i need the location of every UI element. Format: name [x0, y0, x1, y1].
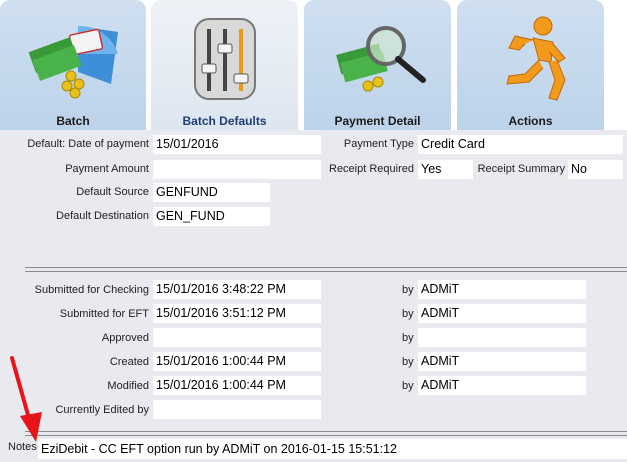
tab-batch-label: Batch [56, 114, 90, 128]
submitted-eft-by-label: by [402, 308, 414, 320]
submitted-checking-by-field[interactable]: ADMiT [418, 280, 586, 299]
submitted-checking-by-label: by [402, 284, 414, 296]
currently-edited-label: Currently Edited by [55, 404, 149, 416]
date-of-payment-label: Default: Date of payment [27, 138, 149, 150]
payment-type-label: Payment Type [343, 138, 414, 150]
currently-edited-field[interactable] [153, 400, 321, 419]
modified-label: Modified [107, 380, 149, 392]
receipt-summary-field[interactable]: No [568, 160, 623, 179]
date-of-payment-field[interactable]: 15/01/2016 [153, 135, 321, 154]
payment-amount-field[interactable] [153, 160, 321, 179]
submitted-eft-field[interactable]: 15/01/2016 3:51:12 PM [153, 304, 321, 323]
tab-bar: Batch Batch Defaults Payment Detail Acti… [0, 0, 627, 130]
modified-by-label: by [402, 380, 414, 392]
approved-by-field[interactable] [418, 328, 586, 347]
notes-field[interactable]: EziDebit - CC EFT option run by ADMiT on… [38, 439, 627, 459]
batch-money-card-icon [28, 25, 118, 99]
approved-label: Approved [101, 332, 149, 344]
submitted-checking-label: Submitted for Checking [34, 284, 149, 296]
submitted-eft-by-field[interactable]: ADMiT [418, 304, 586, 323]
submitted-eft-label: Submitted for EFT [59, 308, 149, 320]
default-destination-label: Default Destination [56, 210, 149, 222]
receipt-required-field[interactable]: Yes [418, 160, 473, 179]
created-by-label: by [402, 356, 414, 368]
created-label: Created [109, 356, 149, 368]
approved-field[interactable] [153, 328, 321, 347]
payment-type-field[interactable]: Credit Card [418, 135, 623, 154]
default-destination-field[interactable]: GEN_FUND [153, 207, 270, 226]
tab-actions[interactable]: Actions [457, 0, 604, 130]
created-by-field[interactable]: ADMiT [418, 352, 586, 371]
submitted-checking-field[interactable]: 15/01/2016 3:48:22 PM [153, 280, 321, 299]
payment-amount-label: Payment Amount [65, 163, 149, 175]
tab-batch-defaults[interactable]: Batch Defaults [151, 0, 298, 130]
tab-actions-label: Actions [508, 114, 553, 128]
tab-batch-defaults-label: Batch Defaults [182, 114, 267, 128]
notes-divider [25, 431, 627, 436]
receipt-required-label: Receipt Required [329, 163, 414, 175]
tab-payment-detail-label: Payment Detail [334, 114, 421, 128]
money-magnifier-icon [335, 26, 426, 92]
modified-by-field[interactable]: ADMiT [418, 376, 586, 395]
receipt-summary-label: Receipt Summary [477, 163, 565, 175]
tab-batch[interactable]: Batch [0, 0, 146, 130]
modified-field[interactable]: 15/01/2016 1:00:44 PM [153, 376, 321, 395]
annotation-arrow-icon [10, 356, 42, 442]
running-man-icon [505, 16, 566, 101]
default-source-label: Default Source [76, 186, 149, 198]
section-divider [25, 267, 627, 272]
approved-by-label: by [402, 332, 414, 344]
tab-payment-detail[interactable]: Payment Detail [304, 0, 451, 130]
default-source-field[interactable]: GENFUND [153, 183, 270, 202]
created-field[interactable]: 15/01/2016 1:00:44 PM [153, 352, 321, 371]
sliders-icon [193, 18, 256, 100]
